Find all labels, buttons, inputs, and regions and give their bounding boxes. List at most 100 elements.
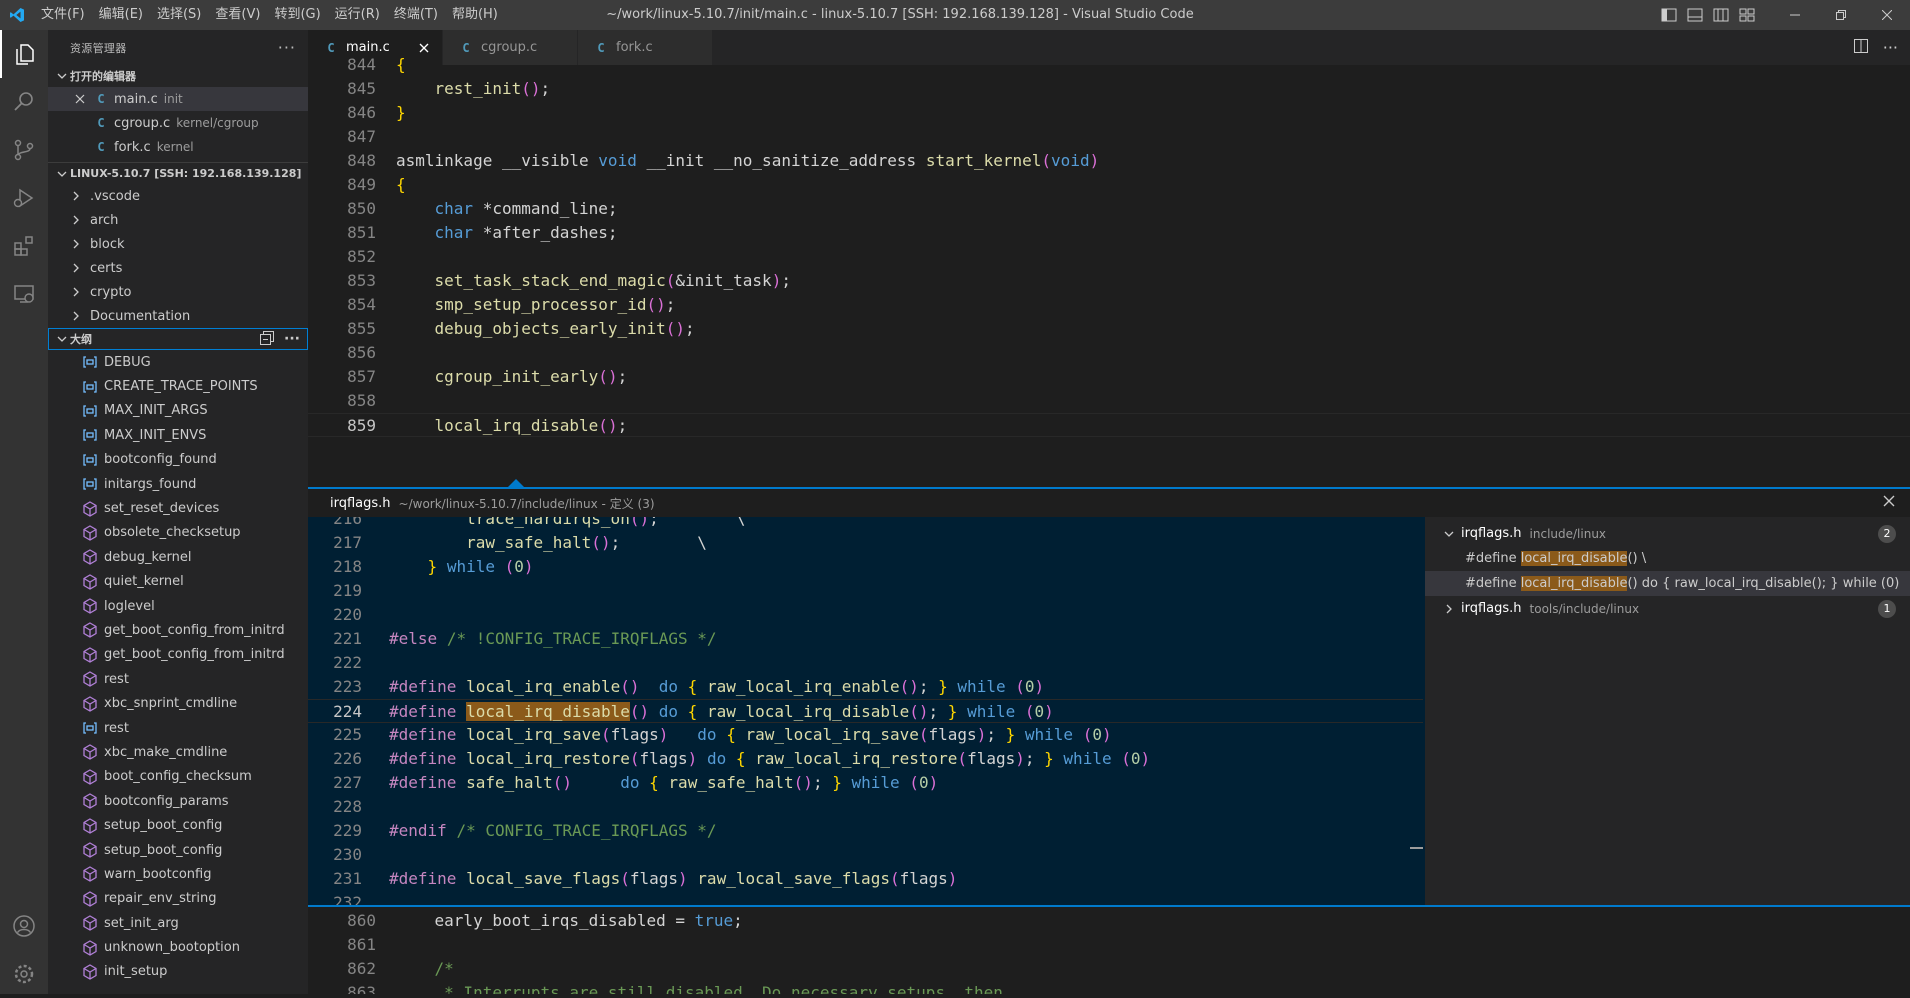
source-control-icon[interactable] <box>0 126 48 174</box>
folder-item[interactable]: crypto <box>48 280 308 304</box>
outline-item[interactable]: obsolete_checksetup <box>48 521 308 545</box>
chevron-down-icon <box>1441 529 1457 539</box>
peek-file-name: irqflags.h <box>330 495 391 511</box>
method-symbol-icon <box>82 500 98 517</box>
chevron-down-icon <box>54 334 70 344</box>
folder-item[interactable]: Documentation <box>48 304 308 328</box>
reference-file[interactable]: irqflags.h include/linux 2 <box>1425 521 1910 546</box>
outline-item[interactable]: bootconfig_found <box>48 448 308 472</box>
outline-item[interactable]: init_setup <box>48 960 308 984</box>
outline-item[interactable]: quiet_kernel <box>48 570 308 594</box>
outline-label: 大纲 <box>70 333 92 346</box>
close-window-icon[interactable] <box>1864 0 1910 30</box>
variable-symbol-icon <box>82 379 98 395</box>
more-actions-icon[interactable]: ··· <box>278 38 296 57</box>
outline-item[interactable]: xbc_snprint_cmdline <box>48 691 308 715</box>
restore-icon[interactable] <box>1818 0 1864 30</box>
outline-item[interactable]: rest <box>48 667 308 691</box>
folder-item[interactable]: block <box>48 232 308 256</box>
code-editor-bottom[interactable]: 860 early_boot_irqs_disabled = true; 861 8… <box>308 907 1910 994</box>
gear-icon[interactable] <box>0 950 48 998</box>
menu-item[interactable]: 帮助(H) <box>445 0 505 30</box>
chevron-down-icon <box>54 169 70 179</box>
open-editor-item[interactable]: Cfork.c kernel <box>48 135 308 159</box>
outline-item[interactable]: loglevel <box>48 594 308 618</box>
code-editor-top[interactable]: 844{845 rest_init(); 846} 847 848 asmlinkage… <box>308 53 1910 475</box>
outline-item[interactable]: setup_boot_config <box>48 813 308 837</box>
outline-item[interactable]: get_boot_config_from_initrd <box>48 618 308 642</box>
outline-item[interactable]: xbc_make_cmdline <box>48 740 308 764</box>
menu-item[interactable]: 选择(S) <box>150 0 208 30</box>
reference-line[interactable]: #define local_irq_disable() do { raw_loc… <box>1425 571 1910 596</box>
explorer-sidebar: 资源管理器 ··· 打开的编辑器 Cmain.c init Ccgroup.c ker… <box>48 30 308 994</box>
explorer-icon[interactable] <box>0 30 48 78</box>
outline-item[interactable]: repair_env_string <box>48 887 308 911</box>
outline-item[interactable]: unknown_bootoption <box>48 935 308 959</box>
reference-line[interactable]: #define local_irq_disable() \ <box>1425 546 1910 571</box>
close-icon[interactable] <box>72 94 88 104</box>
accounts-icon[interactable] <box>0 902 48 950</box>
outline-item[interactable]: MAX_INIT_ARGS <box>48 399 308 423</box>
peek-code-view[interactable]: 216 trace_hardirqs_on(); \ 217 raw_safe_h… <box>308 517 1423 905</box>
code-line: 855 debug_objects_early_init(); <box>308 317 1910 341</box>
close-icon[interactable] <box>1882 494 1896 512</box>
folder-item[interactable]: arch <box>48 208 308 232</box>
method-symbol-icon <box>82 573 98 590</box>
file-name: main.c <box>114 91 158 107</box>
peek-header: irqflags.h ~/work/linux-5.10.7/include/l… <box>308 489 1910 517</box>
outline-more-icon[interactable]: ··· <box>284 331 300 348</box>
search-icon[interactable] <box>0 78 48 126</box>
collapse-all-icon[interactable] <box>260 330 275 348</box>
peek-scrollbar[interactable] <box>1410 517 1423 905</box>
reference-file-dir: include/linux <box>1529 526 1607 541</box>
toggle-secondary-sidebar-icon[interactable] <box>1708 0 1734 30</box>
outline-header[interactable]: 大纲 ··· <box>48 328 308 350</box>
outline-item-name: MAX_INIT_ARGS <box>104 403 208 419</box>
menu-item[interactable]: 编辑(E) <box>92 0 150 30</box>
outline-item[interactable]: CREATE_TRACE_POINTS <box>48 374 308 398</box>
remote-explorer-icon[interactable] <box>0 270 48 318</box>
code-line: 859 local_irq_disable(); <box>308 413 1910 437</box>
outline-item[interactable]: debug_kernel <box>48 545 308 569</box>
code-text: } <box>396 103 406 122</box>
method-symbol-icon <box>82 622 98 639</box>
outline-item[interactable]: boot_config_checksum <box>48 765 308 789</box>
outline-item[interactable]: warn_bootconfig <box>48 862 308 886</box>
outline-item[interactable]: DEBUG <box>48 350 308 374</box>
reference-file[interactable]: irqflags.h tools/include/linux 1 <box>1425 596 1910 621</box>
code-line: 861 <box>308 933 1910 957</box>
outline-item[interactable]: set_reset_devices <box>48 496 308 520</box>
outline-item[interactable]: setup_boot_config <box>48 838 308 862</box>
open-editors-header[interactable]: 打开的编辑器 <box>48 65 308 87</box>
open-editors-list: Cmain.c init Ccgroup.c kernel/cgroup Cfork.c… <box>48 87 308 159</box>
minimize-icon[interactable] <box>1772 0 1818 30</box>
title-bar: 文件(F) 编辑(E) 选择(S) 查看(V) 转到(G) 运行(R) 终端(T) 帮助(H)… <box>0 0 1910 30</box>
outline-item[interactable]: bootconfig_params <box>48 789 308 813</box>
folder-item[interactable]: certs <box>48 256 308 280</box>
outline-item[interactable]: set_init_arg <box>48 911 308 935</box>
outline-item[interactable]: MAX_INIT_ENVS <box>48 423 308 447</box>
code-text: asmlinkage __visible void __init __no_sa… <box>396 151 1100 170</box>
chevron-right-icon <box>1441 604 1457 614</box>
toggle-sidebar-icon[interactable] <box>1656 0 1682 30</box>
open-editor-item[interactable]: Cmain.c init <box>48 87 308 111</box>
toggle-panel-icon[interactable] <box>1682 0 1708 30</box>
reference-count-badge: 2 <box>1878 524 1896 543</box>
menu-item[interactable]: 转到(G) <box>267 0 327 30</box>
menu-item[interactable]: 运行(R) <box>328 0 387 30</box>
extensions-icon[interactable] <box>0 222 48 270</box>
file-dir: kernel/cgroup <box>176 116 259 130</box>
menu-item[interactable]: 文件(F) <box>34 0 92 30</box>
outline-item[interactable]: get_boot_config_from_initrd <box>48 643 308 667</box>
workspace-header[interactable]: LINUX-5.10.7 [SSH: 192.168.139.128] <box>48 162 308 184</box>
menu-item[interactable]: 查看(V) <box>208 0 267 30</box>
run-debug-icon[interactable] <box>0 174 48 222</box>
open-editor-item[interactable]: Ccgroup.c kernel/cgroup <box>48 111 308 135</box>
folder-item[interactable]: .vscode <box>48 184 308 208</box>
menu-item[interactable]: 终端(T) <box>387 0 445 30</box>
outline-item[interactable]: initargs_found <box>48 472 308 496</box>
customize-layout-icon[interactable] <box>1734 0 1760 30</box>
outline-item[interactable]: rest <box>48 716 308 740</box>
